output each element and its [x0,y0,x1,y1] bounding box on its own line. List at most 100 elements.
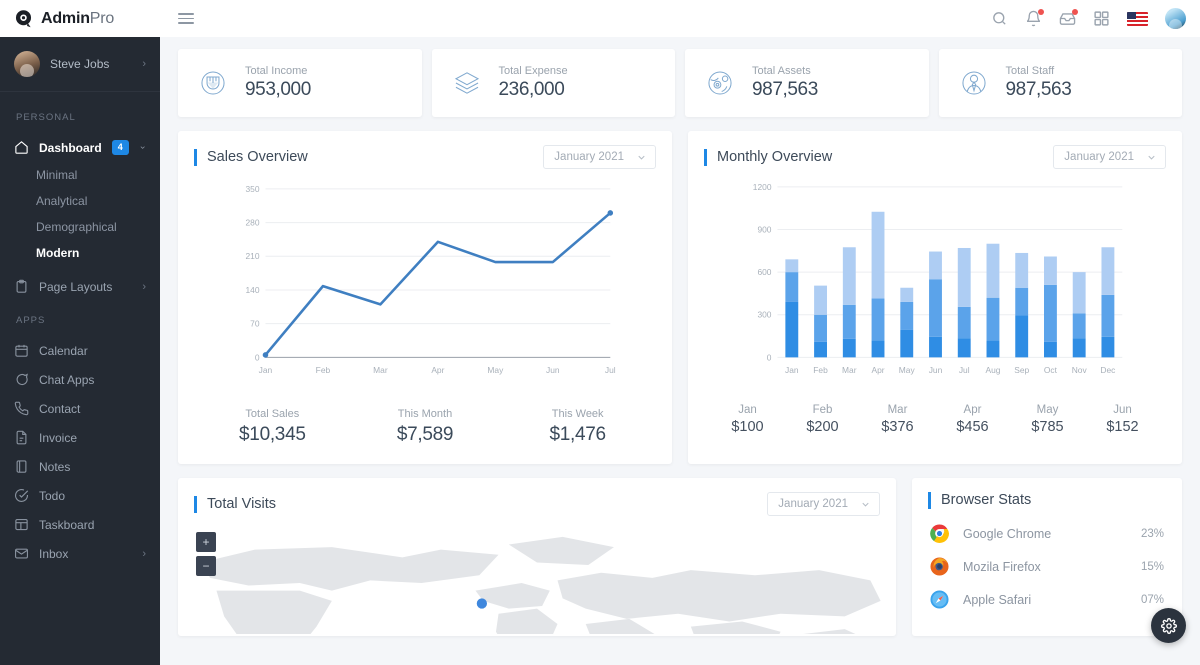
map-svg [201,536,881,634]
svg-text:Jan: Jan [259,365,273,375]
map-zoom-in-button[interactable]: + [196,532,216,552]
svg-text:Jul: Jul [959,365,970,375]
svg-text:0: 0 [255,352,260,362]
sidebar-item-label: Chat Apps [39,372,95,387]
app-root: AdminPro Steve Jobs › PERSONAL Dashboard… [0,0,1200,665]
chat-bubble-icon [16,373,28,386]
svg-text:Jun: Jun [929,365,943,375]
svg-text:May: May [899,365,916,375]
avatar [14,51,40,77]
topbar [160,0,1200,37]
brand-name-light: Pro [89,9,115,27]
sidebar-item-taskboard[interactable]: Taskboard [0,510,160,539]
sidebar-subitem-minimal[interactable]: Minimal [0,162,160,188]
browser-name: Apple Safari [963,592,1032,607]
visits-period-select[interactable]: January 2021 [767,492,880,516]
chevron-right-icon: › [142,58,146,70]
sales-period-select[interactable]: January 2021 [543,145,656,169]
svg-text:Feb: Feb [813,365,828,375]
stat-card-total-staff: Total Staff 987,563 [938,49,1182,117]
month-label: Apr [963,404,982,416]
content: Total Income 953,000 Total Expense 236,0… [160,37,1200,665]
stat-card-total-assets: Total Assets 987,563 [685,49,929,117]
line-chart-svg: 0 70 140 210 280 350 Jan Feb Mar Apr May Jun Jul [245,184,615,375]
check-circle-icon [15,489,29,502]
monthly-period-select[interactable]: January 2021 [1053,145,1166,169]
month-value: $200 [806,419,839,435]
topbar-icons [991,8,1186,29]
map-zoom-out-button[interactable]: − [196,556,216,576]
month-value: $100 [731,419,764,435]
circle-dot-logo-icon [15,10,32,28]
sidebar-item-label: Todo [39,488,66,503]
panel-title: Browser Stats [928,492,1031,509]
hamburger-menu-icon[interactable] [178,13,194,24]
sidebar-subitem-demographical[interactable]: Demographical [0,214,160,240]
svg-text:600: 600 [757,267,771,277]
stat-value: 987,563 [752,79,818,100]
nav-section-personal: PERSONAL [16,112,76,123]
sidebar-item-dashboard[interactable]: Dashboard 4 [0,133,160,162]
user-avatar[interactable] [1165,8,1186,29]
svg-text:Aug: Aug [985,365,1000,375]
sidebar-item-page-layouts[interactable]: Page Layouts › [0,272,160,301]
sales-footer-stats: Total Sales $10,345 This Month $7,589 Th… [178,398,672,464]
panel-title: Sales Overview [194,148,308,166]
sidebar-subitem-modern[interactable]: Modern [0,240,160,266]
month-value-jan: Jan $100 [710,404,785,435]
sidebar-item-label: Contact [39,401,81,416]
footer-stat-value: $1,476 [549,424,607,445]
brand-name: AdminPro [41,10,114,28]
svg-text:210: 210 [245,251,259,261]
sidebar-item-invoice[interactable]: Invoice [0,423,160,452]
map-marker[interactable] [476,598,487,609]
sidebar-item-notes[interactable]: Notes [0,452,160,481]
svg-text:Jun: Jun [546,365,560,375]
grid-apps-icon[interactable] [1093,10,1110,27]
sidebar-item-label: Taskboard [39,517,95,532]
charts-row: Sales Overview January 2021 0 70 140 210 280… [178,131,1182,464]
map-zoom-controls: + − [196,532,216,576]
panel-header: Browser Stats [912,478,1182,517]
panel-header: Sales Overview January 2021 [178,131,672,177]
stat-label: Total Staff [1005,65,1055,77]
sidebar-item-label: Page Layouts [39,279,113,294]
firefox-icon [930,557,949,576]
globe-gear-icon [708,71,732,95]
world-map[interactable]: + − [178,524,896,634]
svg-text:0: 0 [767,352,772,362]
sidebar-item-chat-apps[interactable]: Chat Apps [0,365,160,394]
svg-text:Dec: Dec [1100,365,1115,375]
sidebar-subitem-analytical[interactable]: Analytical [0,188,160,214]
month-label: Jun [1113,404,1132,416]
settings-fab-button[interactable] [1151,608,1186,643]
panel-title: Monthly Overview [704,148,832,166]
monthly-values-row: Jan $100 Feb $200 Mar $376 Apr $456 May … [688,398,1182,451]
sidebar-profile[interactable]: Steve Jobs › [0,37,160,92]
inbox-icon[interactable] [1059,9,1078,27]
monthly-overview-panel: Monthly Overview January 2021 0 300 600 900… [688,131,1182,464]
footer-stat-value: $10,345 [239,424,306,445]
brand-logo-area[interactable]: AdminPro [0,0,160,37]
browser-row-safari: Apple Safari 07% [912,583,1182,616]
search-icon[interactable] [991,10,1008,27]
sidebar-item-contact[interactable]: Contact [0,394,160,423]
us-flag-icon[interactable] [1127,11,1148,26]
stat-value: 236,000 [498,79,565,100]
svg-text:Nov: Nov [1072,365,1088,375]
month-value: $456 [956,419,989,435]
svg-text:280: 280 [245,218,259,228]
main-area: Total Income 953,000 Total Expense 236,0… [160,0,1200,665]
panel-title: Total Visits [194,495,276,513]
sales-overview-panel: Sales Overview January 2021 0 70 140 210 280… [178,131,672,464]
sidebar-item-calendar[interactable]: Calendar [0,336,160,365]
stat-text: Total Income 953,000 [245,65,311,101]
stat-text: Total Assets 987,563 [752,65,818,101]
footer-stat-this-week: This Week $1,476 [501,408,654,446]
sidebar-item-inbox[interactable]: Inbox › [0,539,160,568]
bell-icon[interactable] [1025,9,1044,27]
panel-header: Total Visits January 2021 [178,478,896,524]
footer-stat-this-month: This Month $7,589 [349,408,502,446]
sales-line-chart: 0 70 140 210 280 350 Jan Feb Mar Apr May Jun Jul [178,177,672,398]
sidebar-item-todo[interactable]: Todo [0,481,160,510]
